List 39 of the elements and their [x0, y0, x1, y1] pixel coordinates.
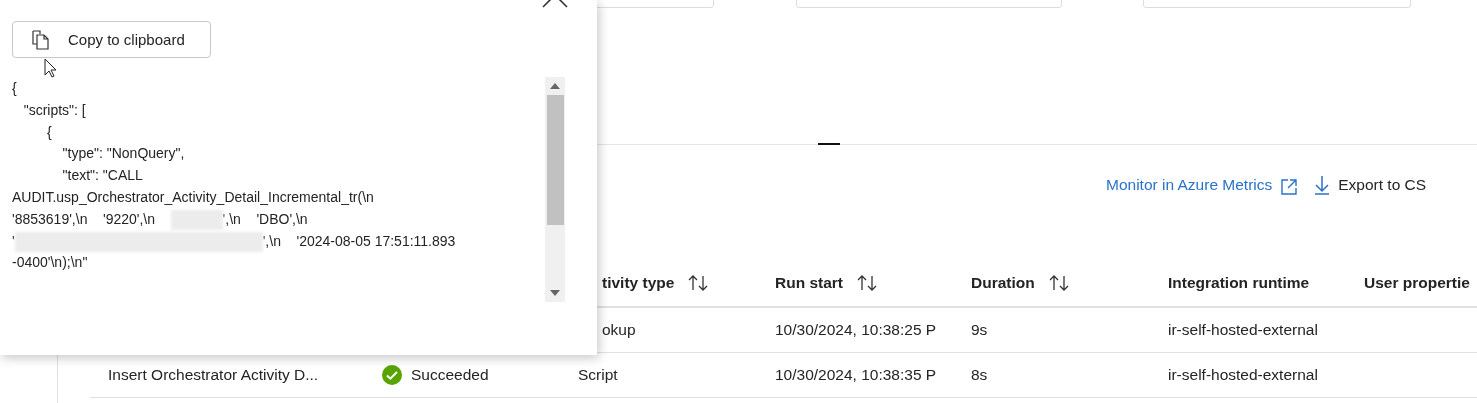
- column-header[interactable]: User propertie: [1364, 274, 1470, 292]
- scrollbar[interactable]: [545, 77, 565, 302]
- monitor-link[interactable]: Monitor in Azure Metrics: [1106, 176, 1273, 194]
- code-line: {: [46, 122, 53, 142]
- column-header[interactable]: Integration runtime: [1168, 274, 1310, 292]
- table-cell: 8s: [971, 366, 988, 384]
- scroll-up-icon[interactable]: [550, 83, 560, 89]
- code-line: ' ',\n '2024-08-05 17:51:11.893: [12, 230, 545, 253]
- table-cell: 10/30/2024, 10:38:35 P: [775, 366, 937, 384]
- table-cell: okup: [602, 321, 636, 339]
- column-header[interactable]: Run start: [775, 274, 844, 292]
- download-icon: [1314, 175, 1331, 195]
- code-line: -0400'\n);\n": [12, 253, 89, 273]
- code-line: AUDIT.usp_Orchestrator_Activity_Detail_Incremental_tr(\n: [12, 188, 375, 207]
- cursor-icon: [44, 58, 57, 78]
- table-cell: 10/30/2024, 10:38:25 P: [775, 321, 937, 339]
- table-cell: Succeeded: [411, 366, 489, 384]
- code-line: '8853619',\n '9220',\n ',\n 'DBO',\n: [12, 208, 545, 231]
- external-link-icon: [1280, 178, 1299, 196]
- code-line: {: [12, 79, 18, 98]
- table-cell: Script: [578, 366, 618, 384]
- scroll-down-icon[interactable]: [550, 290, 560, 296]
- table-cell: ir-self-hosted-external: [1168, 366, 1318, 384]
- copy-icon: [32, 29, 50, 50]
- code-line: "type": "NonQuery",: [61, 144, 186, 164]
- success-icon: [382, 365, 402, 385]
- table-cell: ir-self-hosted-external: [1168, 321, 1318, 339]
- code-line: "scripts": [: [22, 100, 87, 120]
- tab-indicator: [818, 143, 840, 145]
- column-header[interactable]: Duration: [971, 274, 1035, 292]
- column-header[interactable]: tivity type: [602, 274, 675, 292]
- table-cell[interactable]: Insert Orchestrator Activity D...: [108, 366, 319, 384]
- sort-icon[interactable]: [688, 274, 709, 292]
- sort-icon[interactable]: [857, 274, 878, 292]
- table-cell: 9s: [971, 321, 988, 339]
- code-line: "text": "CALL: [61, 166, 144, 186]
- copy-button[interactable]: Copy to clipboard: [12, 21, 211, 58]
- sort-icon[interactable]: [1048, 274, 1069, 292]
- export-button[interactable]: Export to CS: [1304, 175, 1427, 195]
